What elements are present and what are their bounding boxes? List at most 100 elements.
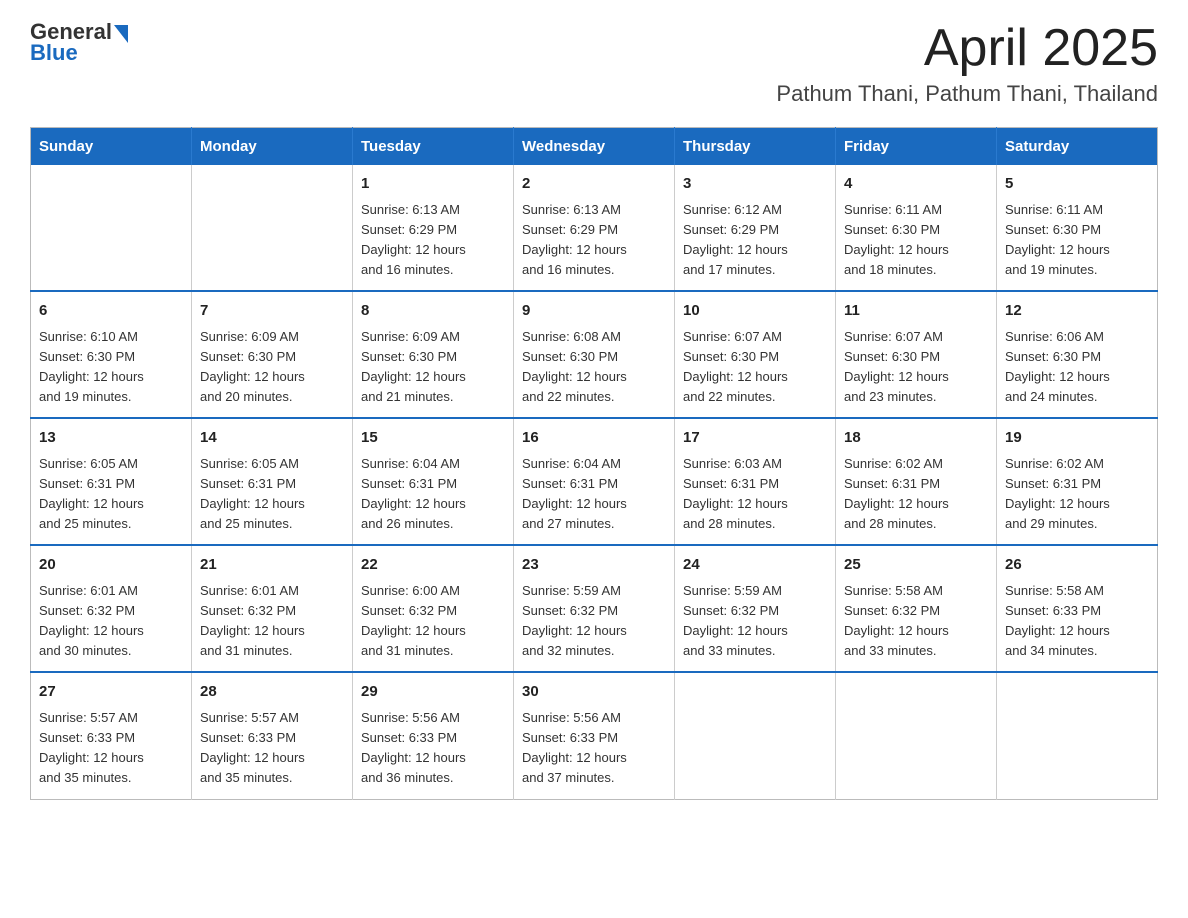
calendar-cell: 29 Sunrise: 5:56 AMSunset: 6:33 PMDayligh… — [353, 672, 514, 799]
calendar-cell: 12 Sunrise: 6:06 AMSunset: 6:30 PMDayligh… — [997, 291, 1158, 418]
day-number: 8 — [361, 300, 505, 323]
day-info: Sunrise: 5:56 AMSunset: 6:33 PMDaylight:… — [361, 708, 505, 789]
calendar-cell: 9Sunrise: 6:08 AMSunset: 6:30 PMDaylight… — [514, 291, 675, 418]
day-number: 28 — [200, 681, 344, 704]
day-info: Sunrise: 6:12 AMSunset: 6:29 PMDaylight:… — [683, 200, 827, 281]
calendar-cell: 16 Sunrise: 6:04 AMSunset: 6:31 PMDayligh… — [514, 418, 675, 545]
calendar-cell: 5 Sunrise: 6:11 AMSunset: 6:30 PMDaylight… — [997, 165, 1158, 291]
day-number: 24 — [683, 554, 827, 577]
day-number: 2 — [522, 173, 666, 196]
day-info: Sunrise: 6:09 AMSunset: 6:30 PMDaylight:… — [361, 327, 505, 408]
week-row-4: 27 Sunrise: 5:57 AMSunset: 6:33 PMDayligh… — [31, 672, 1158, 799]
calendar-cell: 26 Sunrise: 5:58 AMSunset: 6:33 PMDayligh… — [997, 545, 1158, 672]
day-info: Sunrise: 5:57 AMSunset: 6:33 PMDaylight:… — [200, 708, 344, 789]
calendar-cell: 8 Sunrise: 6:09 AMSunset: 6:30 PMDaylight… — [353, 291, 514, 418]
calendar-cell — [675, 672, 836, 799]
calendar-cell: 21Sunrise: 6:01 AMSunset: 6:32 PMDayligh… — [192, 545, 353, 672]
day-number: 4 — [844, 173, 988, 196]
week-row-0: 1 Sunrise: 6:13 AMSunset: 6:29 PMDaylight… — [31, 165, 1158, 291]
day-number: 29 — [361, 681, 505, 704]
header-cell-thursday: Thursday — [675, 128, 836, 166]
header-cell-monday: Monday — [192, 128, 353, 166]
day-info: Sunrise: 6:11 AMSunset: 6:30 PMDaylight:… — [844, 200, 988, 281]
day-number: 17 — [683, 427, 827, 450]
day-number: 30 — [522, 681, 666, 704]
day-info: Sunrise: 6:05 AMSunset: 6:31 PMDaylight:… — [39, 454, 183, 535]
day-number: 23 — [522, 554, 666, 577]
header-cell-saturday: Saturday — [997, 128, 1158, 166]
day-number: 21 — [200, 554, 344, 577]
day-number: 14 — [200, 427, 344, 450]
header-cell-wednesday: Wednesday — [514, 128, 675, 166]
calendar-cell: 15 Sunrise: 6:04 AMSunset: 6:31 PMDayligh… — [353, 418, 514, 545]
calendar-cell — [997, 672, 1158, 799]
day-number: 5 — [1005, 173, 1149, 196]
calendar-cell: 22Sunrise: 6:00 AMSunset: 6:32 PMDayligh… — [353, 545, 514, 672]
day-info: Sunrise: 6:02 AMSunset: 6:31 PMDaylight:… — [844, 454, 988, 535]
header-cell-sunday: Sunday — [31, 128, 192, 166]
day-info: Sunrise: 6:04 AMSunset: 6:31 PMDaylight:… — [361, 454, 505, 535]
calendar-cell — [836, 672, 997, 799]
day-info: Sunrise: 6:07 AMSunset: 6:30 PMDaylight:… — [683, 327, 827, 408]
calendar-cell: 13 Sunrise: 6:05 AMSunset: 6:31 PMDayligh… — [31, 418, 192, 545]
calendar-cell — [31, 165, 192, 291]
day-info: Sunrise: 6:00 AMSunset: 6:32 PMDaylight:… — [361, 581, 505, 662]
day-number: 12 — [1005, 300, 1149, 323]
calendar-cell: 30 Sunrise: 5:56 AMSunset: 6:33 PMDayligh… — [514, 672, 675, 799]
day-info: Sunrise: 5:59 AMSunset: 6:32 PMDaylight:… — [522, 581, 666, 662]
calendar-cell: 1 Sunrise: 6:13 AMSunset: 6:29 PMDaylight… — [353, 165, 514, 291]
day-info: Sunrise: 6:10 AMSunset: 6:30 PMDaylight:… — [39, 327, 183, 408]
logo-text-blue: Blue — [30, 40, 128, 66]
calendar-cell: 20Sunrise: 6:01 AMSunset: 6:32 PMDayligh… — [31, 545, 192, 672]
calendar-cell: 11 Sunrise: 6:07 AMSunset: 6:30 PMDayligh… — [836, 291, 997, 418]
calendar-cell: 23 Sunrise: 5:59 AMSunset: 6:32 PMDayligh… — [514, 545, 675, 672]
calendar-table: SundayMondayTuesdayWednesdayThursdayFrid… — [30, 127, 1158, 799]
day-info: Sunrise: 6:04 AMSunset: 6:31 PMDaylight:… — [522, 454, 666, 535]
header-cell-friday: Friday — [836, 128, 997, 166]
day-number: 25 — [844, 554, 988, 577]
calendar-body: 1 Sunrise: 6:13 AMSunset: 6:29 PMDaylight… — [31, 165, 1158, 799]
week-row-3: 20Sunrise: 6:01 AMSunset: 6:32 PMDayligh… — [31, 545, 1158, 672]
day-info: Sunrise: 6:03 AMSunset: 6:31 PMDaylight:… — [683, 454, 827, 535]
day-info: Sunrise: 6:06 AMSunset: 6:30 PMDaylight:… — [1005, 327, 1149, 408]
header-cell-tuesday: Tuesday — [353, 128, 514, 166]
day-number: 6 — [39, 300, 183, 323]
calendar-header: SundayMondayTuesdayWednesdayThursdayFrid… — [31, 128, 1158, 166]
day-info: Sunrise: 5:58 AMSunset: 6:33 PMDaylight:… — [1005, 581, 1149, 662]
day-number: 26 — [1005, 554, 1149, 577]
calendar-cell: 17 Sunrise: 6:03 AMSunset: 6:31 PMDayligh… — [675, 418, 836, 545]
calendar-cell: 25 Sunrise: 5:58 AMSunset: 6:32 PMDayligh… — [836, 545, 997, 672]
title-block: April 2025 Pathum Thani, Pathum Thani, T… — [776, 20, 1158, 107]
day-number: 1 — [361, 173, 505, 196]
day-info: Sunrise: 6:07 AMSunset: 6:30 PMDaylight:… — [844, 327, 988, 408]
day-number: 3 — [683, 173, 827, 196]
day-number: 9 — [522, 300, 666, 323]
calendar-cell: 19Sunrise: 6:02 AMSunset: 6:31 PMDayligh… — [997, 418, 1158, 545]
day-number: 10 — [683, 300, 827, 323]
day-info: Sunrise: 6:01 AMSunset: 6:32 PMDaylight:… — [39, 581, 183, 662]
calendar-cell: 3 Sunrise: 6:12 AMSunset: 6:29 PMDaylight… — [675, 165, 836, 291]
calendar-cell — [192, 165, 353, 291]
day-info: Sunrise: 6:13 AMSunset: 6:29 PMDaylight:… — [361, 200, 505, 281]
day-info: Sunrise: 5:56 AMSunset: 6:33 PMDaylight:… — [522, 708, 666, 789]
calendar-cell: 14Sunrise: 6:05 AMSunset: 6:31 PMDayligh… — [192, 418, 353, 545]
day-number: 13 — [39, 427, 183, 450]
day-info: Sunrise: 6:09 AMSunset: 6:30 PMDaylight:… — [200, 327, 344, 408]
calendar-cell: 27 Sunrise: 5:57 AMSunset: 6:33 PMDayligh… — [31, 672, 192, 799]
day-number: 27 — [39, 681, 183, 704]
day-info: Sunrise: 6:11 AMSunset: 6:30 PMDaylight:… — [1005, 200, 1149, 281]
day-info: Sunrise: 5:58 AMSunset: 6:32 PMDaylight:… — [844, 581, 988, 662]
calendar-cell: 2Sunrise: 6:13 AMSunset: 6:29 PMDaylight… — [514, 165, 675, 291]
day-number: 11 — [844, 300, 988, 323]
calendar-cell: 4 Sunrise: 6:11 AMSunset: 6:30 PMDaylight… — [836, 165, 997, 291]
day-number: 19 — [1005, 427, 1149, 450]
calendar-cell: 28 Sunrise: 5:57 AMSunset: 6:33 PMDayligh… — [192, 672, 353, 799]
page-header: General Blue April 2025 Pathum Thani, Pa… — [30, 20, 1158, 107]
day-number: 16 — [522, 427, 666, 450]
main-title: April 2025 — [776, 20, 1158, 77]
week-row-1: 6 Sunrise: 6:10 AMSunset: 6:30 PMDaylight… — [31, 291, 1158, 418]
calendar-cell: 7Sunrise: 6:09 AMSunset: 6:30 PMDaylight… — [192, 291, 353, 418]
day-number: 15 — [361, 427, 505, 450]
day-info: Sunrise: 5:57 AMSunset: 6:33 PMDaylight:… — [39, 708, 183, 789]
calendar-cell: 6 Sunrise: 6:10 AMSunset: 6:30 PMDaylight… — [31, 291, 192, 418]
